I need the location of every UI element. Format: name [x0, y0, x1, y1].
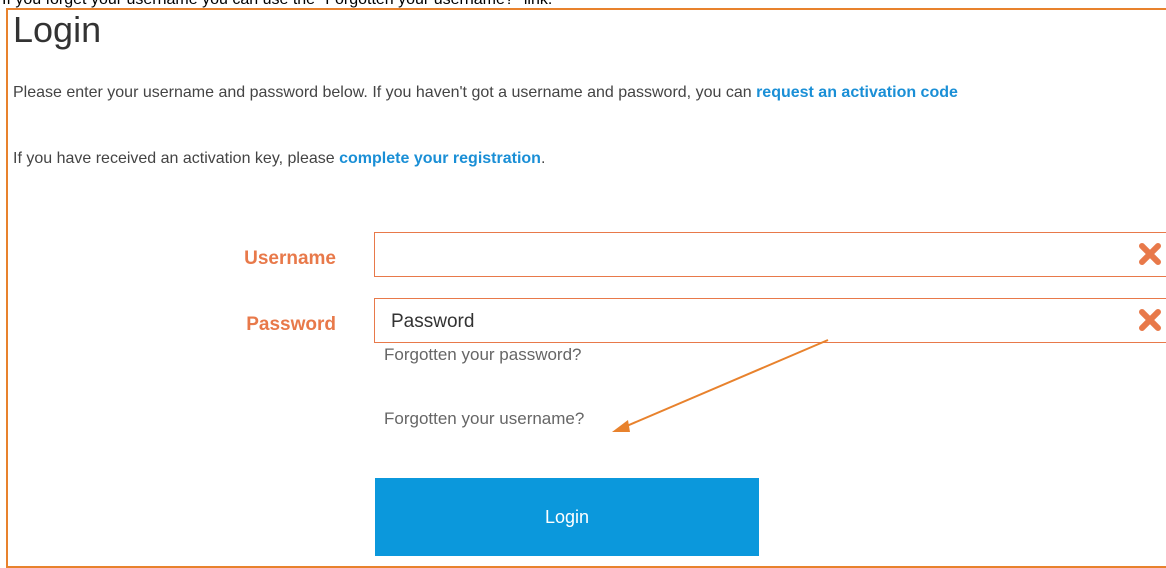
request-activation-code-link[interactable]: request an activation code	[756, 84, 958, 101]
clear-x-icon[interactable]	[1137, 241, 1163, 267]
intro-line-2-end: .	[540, 150, 546, 167]
forgot-password-link[interactable]: Forgotten your password?	[384, 345, 582, 365]
username-field	[374, 232, 1166, 278]
instruction-text: If you forget your username you can use …	[2, 0, 552, 8]
intro-line-1: Please enter your username and password …	[13, 84, 958, 102]
complete-registration-link[interactable]: complete your registration	[339, 150, 541, 167]
intro-line-1-text: Please enter your username and password …	[13, 84, 757, 101]
login-button[interactable]: Login	[375, 478, 759, 556]
username-label: Username	[244, 248, 336, 269]
password-label: Password	[246, 314, 336, 335]
clear-x-icon[interactable]	[1137, 307, 1163, 333]
password-field	[374, 298, 1166, 344]
intro-line-2: If you have received an activation key, …	[13, 150, 545, 168]
forgot-username-link[interactable]: Forgotten your username?	[384, 409, 584, 429]
page-title: Login	[13, 9, 102, 50]
password-input[interactable]	[389, 299, 1093, 344]
username-input[interactable]	[389, 233, 1093, 278]
intro-line-2-text: If you have received an activation key, …	[13, 150, 340, 167]
login-panel: Login Please enter your username and pas…	[6, 8, 1166, 568]
